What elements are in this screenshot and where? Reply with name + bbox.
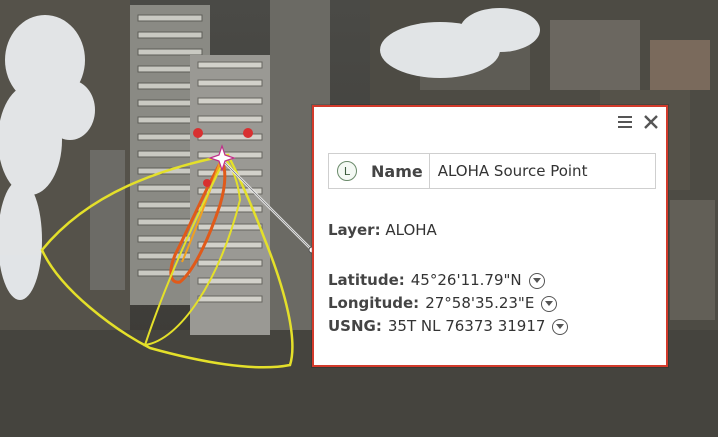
name-divider bbox=[428, 154, 430, 188]
usng-label: USNG: bbox=[328, 317, 382, 335]
layer-label: Layer: bbox=[328, 221, 381, 239]
layer-row: Layer: ALOHA bbox=[328, 221, 437, 239]
name-label: Name bbox=[371, 161, 423, 181]
popup-toolbar bbox=[616, 113, 660, 131]
usng-row: USNG: 35T NL 76373 31917 bbox=[328, 315, 569, 338]
usng-format-chevron-down-icon[interactable] bbox=[552, 318, 569, 335]
latitude-value: 45°26'11.79"N bbox=[410, 271, 522, 289]
name-value: ALOHA Source Point bbox=[437, 162, 588, 180]
hamburger-menu-icon[interactable] bbox=[616, 113, 634, 131]
coordinates-block: Latitude: 45°26'11.79"N Longitude: 27°58… bbox=[328, 269, 569, 338]
feature-info-popup: L Name ALOHA Source Point Layer: ALOHA L… bbox=[312, 105, 668, 367]
name-attribute-row: L Name ALOHA Source Point bbox=[328, 153, 656, 189]
latitude-row: Latitude: 45°26'11.79"N bbox=[328, 269, 568, 292]
longitude-label: Longitude: bbox=[328, 294, 420, 312]
usng-value: 35T NL 76373 31917 bbox=[387, 317, 546, 335]
layer-value: ALOHA bbox=[385, 221, 437, 239]
latitude-format-chevron-down-icon[interactable] bbox=[528, 272, 545, 289]
longitude-value: 27°58'35.23"E bbox=[425, 294, 535, 312]
longitude-format-chevron-down-icon[interactable] bbox=[541, 295, 558, 312]
latitude-label: Latitude: bbox=[328, 271, 405, 289]
map-viewer: L Name ALOHA Source Point Layer: ALOHA L… bbox=[0, 0, 718, 437]
longitude-row: Longitude: 27°58'35.23"E bbox=[328, 292, 568, 315]
layer-info-icon: L bbox=[337, 161, 357, 181]
close-icon[interactable] bbox=[642, 113, 660, 131]
layer-info-icon-letter: L bbox=[343, 164, 351, 178]
